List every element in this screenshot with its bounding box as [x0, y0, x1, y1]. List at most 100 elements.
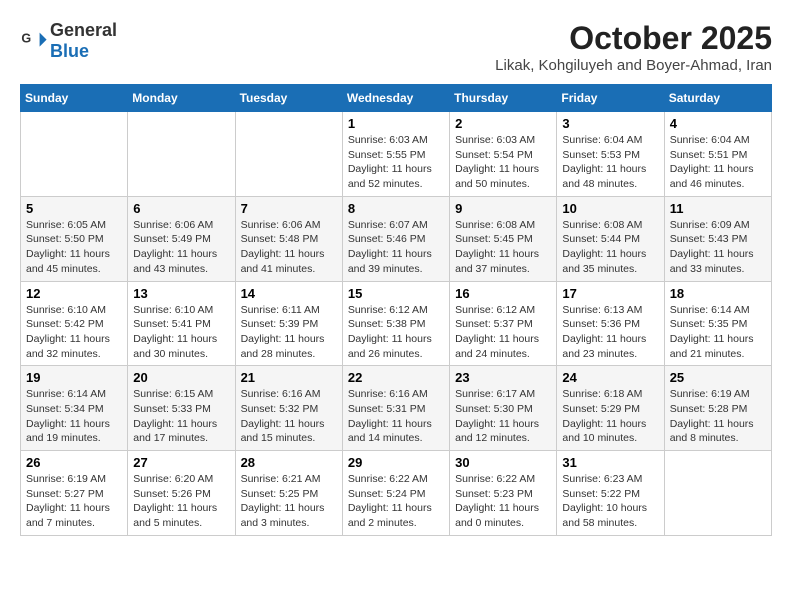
calendar-cell: 26 Sunrise: 6:19 AM Sunset: 5:27 PM Dayli…: [21, 451, 128, 536]
logo-text-general: General: [50, 20, 117, 40]
day-info: Sunrise: 6:08 AM Sunset: 5:45 PM Dayligh…: [455, 218, 551, 277]
day-info: Sunrise: 6:04 AM Sunset: 5:53 PM Dayligh…: [562, 133, 658, 192]
calendar-table: SundayMondayTuesdayWednesdayThursdayFrid…: [20, 84, 772, 536]
calendar-cell: 9 Sunrise: 6:08 AM Sunset: 5:45 PM Daylig…: [450, 196, 557, 281]
day-number: 20: [133, 370, 229, 385]
week-row-2: 5 Sunrise: 6:05 AM Sunset: 5:50 PM Daylig…: [21, 196, 772, 281]
week-row-3: 12Sunrise: 6:10 AM Sunset: 5:42 PM Dayli…: [21, 281, 772, 366]
month-title: October 2025: [495, 20, 772, 57]
day-number: 7: [241, 201, 337, 216]
week-row-4: 19 Sunrise: 6:14 AM Sunset: 5:34 PM Dayli…: [21, 366, 772, 451]
calendar-cell: 15 Sunrise: 6:12 AM Sunset: 5:38 PM Dayli…: [342, 281, 449, 366]
calendar-cell: [21, 112, 128, 197]
day-number: 8: [348, 201, 444, 216]
day-info: Sunrise: 6:22 AM Sunset: 5:23 PM Dayligh…: [455, 472, 551, 531]
day-number: 11: [670, 201, 766, 216]
day-info: Sunrise: 6:12 AM Sunset: 5:37 PM Dayligh…: [455, 303, 551, 362]
calendar-cell: 12Sunrise: 6:10 AM Sunset: 5:42 PM Dayli…: [21, 281, 128, 366]
day-info: Sunrise: 6:22 AM Sunset: 5:24 PM Dayligh…: [348, 472, 444, 531]
day-number: 17: [562, 286, 658, 301]
calendar-cell: 23Sunrise: 6:17 AM Sunset: 5:30 PM Dayli…: [450, 366, 557, 451]
calendar-cell: 21 Sunrise: 6:16 AM Sunset: 5:32 PM Dayli…: [235, 366, 342, 451]
day-number: 29: [348, 455, 444, 470]
weekday-header-tuesday: Tuesday: [235, 85, 342, 112]
day-number: 31: [562, 455, 658, 470]
day-number: 9: [455, 201, 551, 216]
weekday-header-saturday: Saturday: [664, 85, 771, 112]
weekday-header-sunday: Sunday: [21, 85, 128, 112]
day-info: Sunrise: 6:10 AM Sunset: 5:41 PM Dayligh…: [133, 303, 229, 362]
day-number: 30: [455, 455, 551, 470]
day-number: 26: [26, 455, 122, 470]
calendar-cell: 2Sunrise: 6:03 AM Sunset: 5:54 PM Daylig…: [450, 112, 557, 197]
day-info: Sunrise: 6:13 AM Sunset: 5:36 PM Dayligh…: [562, 303, 658, 362]
location-title: Likak, Kohgiluyeh and Boyer-Ahmad, Iran: [495, 57, 772, 74]
calendar-cell: 22 Sunrise: 6:16 AM Sunset: 5:31 PM Dayli…: [342, 366, 449, 451]
day-info: Sunrise: 6:19 AM Sunset: 5:27 PM Dayligh…: [26, 472, 122, 531]
logo-icon: G: [20, 27, 48, 55]
day-number: 14: [241, 286, 337, 301]
calendar-cell: 31Sunrise: 6:23 AM Sunset: 5:22 PM Dayli…: [557, 451, 664, 536]
day-number: 27: [133, 455, 229, 470]
day-number: 25: [670, 370, 766, 385]
day-number: 1: [348, 116, 444, 131]
calendar-cell: 28Sunrise: 6:21 AM Sunset: 5:25 PM Dayli…: [235, 451, 342, 536]
day-info: Sunrise: 6:16 AM Sunset: 5:31 PM Dayligh…: [348, 387, 444, 446]
day-number: 19: [26, 370, 122, 385]
day-info: Sunrise: 6:05 AM Sunset: 5:50 PM Dayligh…: [26, 218, 122, 277]
day-info: Sunrise: 6:21 AM Sunset: 5:25 PM Dayligh…: [241, 472, 337, 531]
week-row-1: 1Sunrise: 6:03 AM Sunset: 5:55 PM Daylig…: [21, 112, 772, 197]
calendar-cell: 13 Sunrise: 6:10 AM Sunset: 5:41 PM Dayli…: [128, 281, 235, 366]
day-info: Sunrise: 6:04 AM Sunset: 5:51 PM Dayligh…: [670, 133, 766, 192]
day-info: Sunrise: 6:11 AM Sunset: 5:39 PM Dayligh…: [241, 303, 337, 362]
day-info: Sunrise: 6:14 AM Sunset: 5:34 PM Dayligh…: [26, 387, 122, 446]
calendar-cell: 20 Sunrise: 6:15 AM Sunset: 5:33 PM Dayli…: [128, 366, 235, 451]
calendar-cell: [235, 112, 342, 197]
calendar-cell: 4 Sunrise: 6:04 AM Sunset: 5:51 PM Daylig…: [664, 112, 771, 197]
weekday-header-friday: Friday: [557, 85, 664, 112]
day-info: Sunrise: 6:18 AM Sunset: 5:29 PM Dayligh…: [562, 387, 658, 446]
calendar-cell: 10 Sunrise: 6:08 AM Sunset: 5:44 PM Dayli…: [557, 196, 664, 281]
calendar-cell: 7 Sunrise: 6:06 AM Sunset: 5:48 PM Daylig…: [235, 196, 342, 281]
day-info: Sunrise: 6:12 AM Sunset: 5:38 PM Dayligh…: [348, 303, 444, 362]
logo-text-blue: Blue: [50, 41, 89, 61]
header: G General Blue October 2025 Likak, Kohgi…: [20, 20, 772, 74]
day-number: 21: [241, 370, 337, 385]
day-info: Sunrise: 6:16 AM Sunset: 5:32 PM Dayligh…: [241, 387, 337, 446]
day-number: 10: [562, 201, 658, 216]
day-info: Sunrise: 6:10 AM Sunset: 5:42 PM Dayligh…: [26, 303, 122, 362]
day-number: 16: [455, 286, 551, 301]
day-number: 4: [670, 116, 766, 131]
week-row-5: 26 Sunrise: 6:19 AM Sunset: 5:27 PM Dayli…: [21, 451, 772, 536]
day-number: 22: [348, 370, 444, 385]
day-number: 15: [348, 286, 444, 301]
calendar-cell: 3 Sunrise: 6:04 AM Sunset: 5:53 PM Daylig…: [557, 112, 664, 197]
calendar-cell: 6Sunrise: 6:06 AM Sunset: 5:49 PM Daylig…: [128, 196, 235, 281]
day-info: Sunrise: 6:06 AM Sunset: 5:48 PM Dayligh…: [241, 218, 337, 277]
day-info: Sunrise: 6:07 AM Sunset: 5:46 PM Dayligh…: [348, 218, 444, 277]
calendar-cell: 1Sunrise: 6:03 AM Sunset: 5:55 PM Daylig…: [342, 112, 449, 197]
calendar-cell: 18 Sunrise: 6:14 AM Sunset: 5:35 PM Dayli…: [664, 281, 771, 366]
day-info: Sunrise: 6:20 AM Sunset: 5:26 PM Dayligh…: [133, 472, 229, 531]
calendar-cell: 25Sunrise: 6:19 AM Sunset: 5:28 PM Dayli…: [664, 366, 771, 451]
calendar-cell: 16 Sunrise: 6:12 AM Sunset: 5:37 PM Dayli…: [450, 281, 557, 366]
day-number: 3: [562, 116, 658, 131]
day-info: Sunrise: 6:08 AM Sunset: 5:44 PM Dayligh…: [562, 218, 658, 277]
day-number: 5: [26, 201, 122, 216]
weekday-header-monday: Monday: [128, 85, 235, 112]
weekday-header-wednesday: Wednesday: [342, 85, 449, 112]
day-number: 13: [133, 286, 229, 301]
calendar-cell: [664, 451, 771, 536]
day-number: 2: [455, 116, 551, 131]
calendar-cell: 24 Sunrise: 6:18 AM Sunset: 5:29 PM Dayli…: [557, 366, 664, 451]
calendar-cell: 19 Sunrise: 6:14 AM Sunset: 5:34 PM Dayli…: [21, 366, 128, 451]
day-number: 24: [562, 370, 658, 385]
day-info: Sunrise: 6:15 AM Sunset: 5:33 PM Dayligh…: [133, 387, 229, 446]
calendar-cell: 17 Sunrise: 6:13 AM Sunset: 5:36 PM Dayli…: [557, 281, 664, 366]
day-number: 18: [670, 286, 766, 301]
weekday-header-thursday: Thursday: [450, 85, 557, 112]
day-number: 6: [133, 201, 229, 216]
day-info: Sunrise: 6:14 AM Sunset: 5:35 PM Dayligh…: [670, 303, 766, 362]
svg-text:G: G: [21, 31, 31, 45]
day-info: Sunrise: 6:09 AM Sunset: 5:43 PM Dayligh…: [670, 218, 766, 277]
